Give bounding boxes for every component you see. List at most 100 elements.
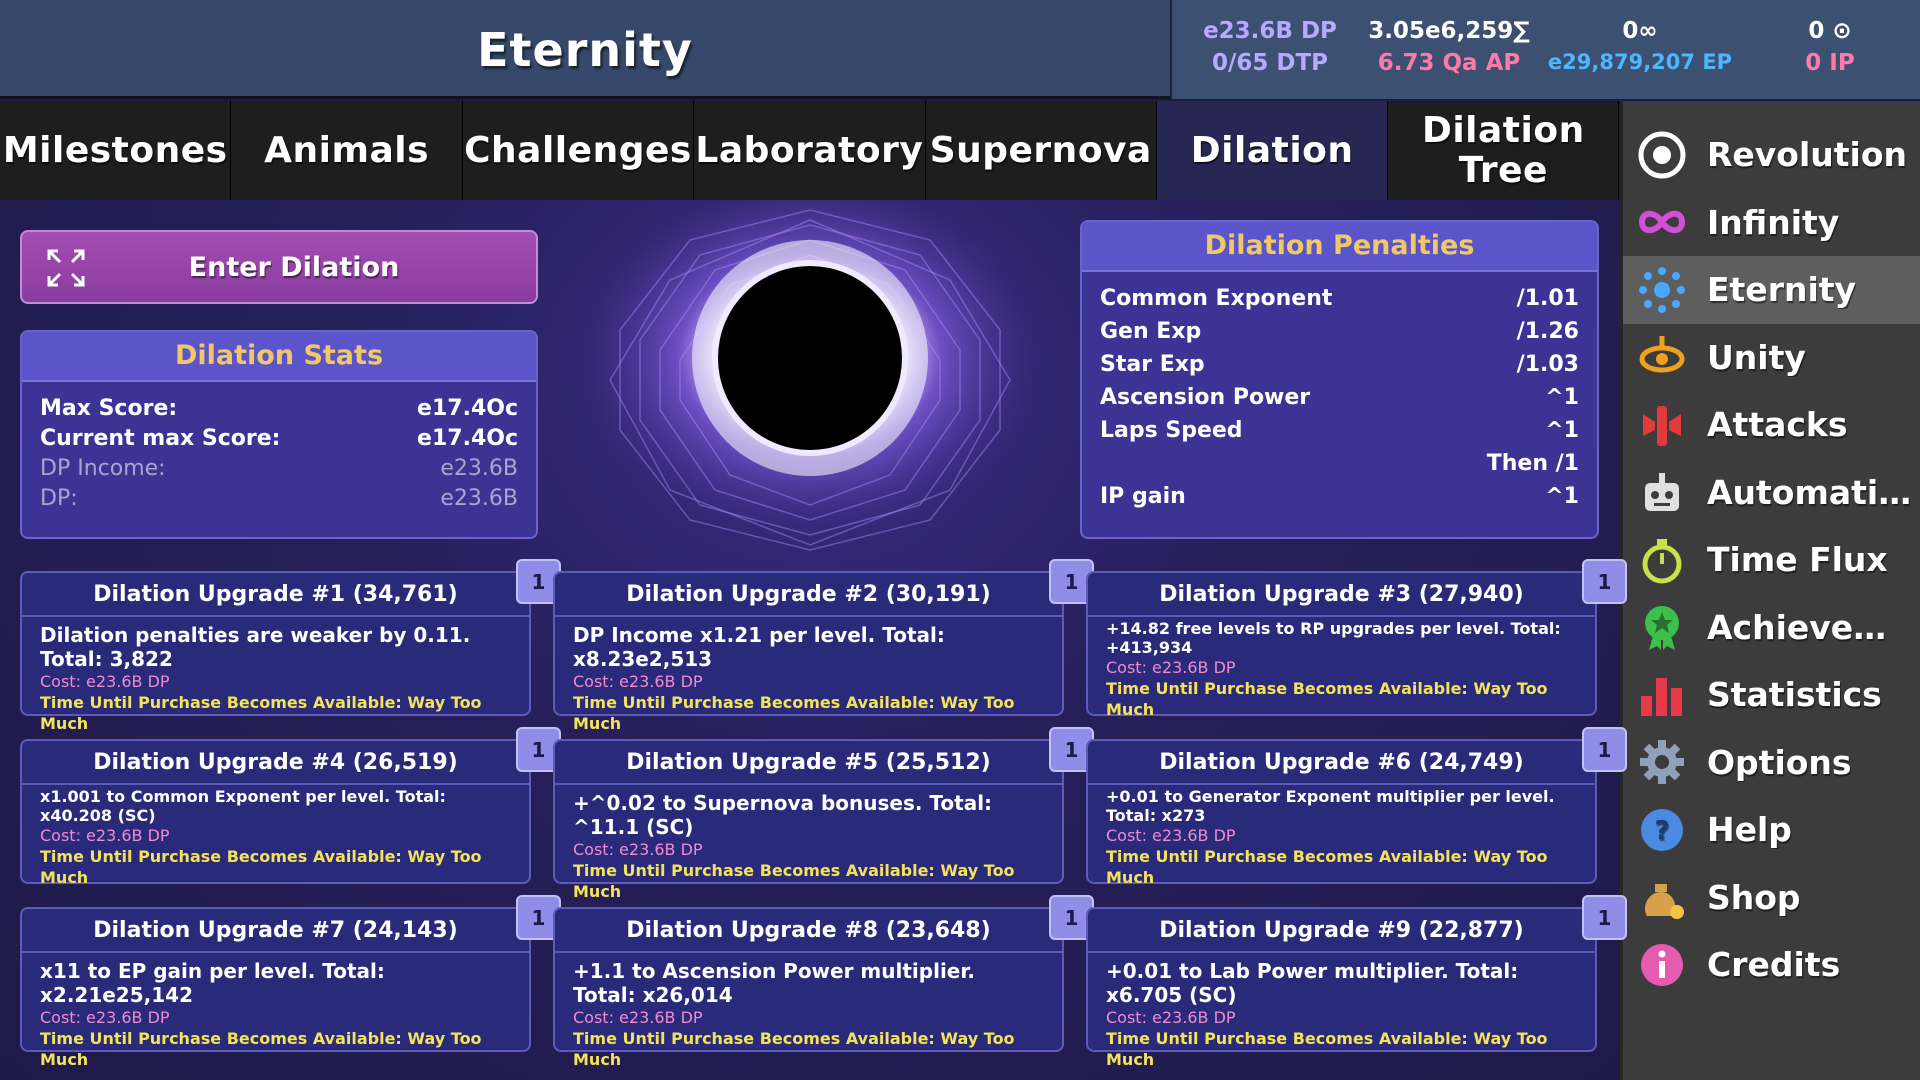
- revolution-amount: 0 ⊙: [1808, 18, 1852, 44]
- upgrade-cost: Cost: e23.6B DP: [573, 1008, 703, 1027]
- sidebar-item-options[interactable]: Options: [1623, 729, 1920, 797]
- tab-dilation-tree[interactable]: Dilation Tree: [1388, 101, 1620, 200]
- penalty-row: Ascension Power ^1: [1082, 381, 1597, 414]
- upgrade-cost: Cost: e23.6B DP: [1106, 826, 1236, 845]
- expand-icon: [47, 249, 85, 287]
- ep-amount: e29,879,207 EP: [1547, 50, 1733, 74]
- revolution-icon: [1638, 131, 1686, 179]
- upgrade-time: Time Until Purchase Becomes Available: W…: [573, 1029, 1015, 1069]
- bar-chart-icon: [1641, 677, 1682, 716]
- penalty-value: ^1: [1545, 484, 1579, 509]
- info-icon: [1641, 943, 1683, 986]
- upgrade-time: Time Until Purchase Becomes Available: W…: [1106, 1029, 1548, 1069]
- upgrade-description: +0.01 to Lab Power multiplier. Total: x6…: [1106, 959, 1519, 1007]
- stat-label: Current max Score:: [40, 426, 281, 451]
- upgrade-time: Time Until Purchase Becomes Available: W…: [1106, 847, 1548, 887]
- dp-amount: e23.6B DP: [1203, 18, 1337, 44]
- sidebar-item-label: Unity: [1707, 337, 1806, 377]
- upgrade-cost: Cost: e23.6B DP: [40, 672, 170, 691]
- sidebar-item-attacks[interactable]: Attacks: [1623, 391, 1920, 459]
- enter-dilation-button[interactable]: Enter Dilation: [20, 230, 538, 304]
- dilation-upgrade-card[interactable]: Dilation Upgrade #7 (24,143) x11 to EP g…: [20, 895, 561, 1069]
- sidebar-item-help[interactable]: ? Help: [1623, 796, 1920, 864]
- sidebar-item-time-flux[interactable]: Time Flux: [1623, 526, 1920, 594]
- ap-amount: 6.73 Qa AP: [1377, 50, 1521, 76]
- penalty-row: Laps Speed ^1: [1082, 414, 1597, 447]
- sigma-amount: 3.05e6,259∑: [1368, 18, 1530, 44]
- tab-animals[interactable]: Animals: [231, 101, 463, 200]
- dilation-upgrade-card[interactable]: Dilation Upgrade #2 (30,191) DP Income x…: [553, 559, 1094, 733]
- upgrade-description: Dilation penalties are weaker by 0.11. T…: [40, 623, 471, 671]
- upgrade-title: Dilation Upgrade #6 (24,749): [1088, 741, 1595, 785]
- stat-value: e23.6B: [440, 456, 518, 481]
- upgrade-cost: Cost: e23.6B DP: [1106, 658, 1236, 677]
- robot-icon: [1645, 473, 1679, 512]
- upgrade-time: Time Until Purchase Becomes Available: W…: [573, 693, 1015, 733]
- upgrade-description: x11 to EP gain per level. Total: x2.21e2…: [40, 959, 385, 1007]
- svg-text:?: ?: [1654, 816, 1669, 846]
- buy-amount-badge[interactable]: 1: [1582, 559, 1627, 604]
- tab-milestones[interactable]: Milestones: [0, 101, 232, 200]
- sidebar-item-unity[interactable]: Unity: [1623, 324, 1920, 392]
- penalty-row: Star Exp/1.03: [1082, 348, 1597, 381]
- tab-challenges[interactable]: Challenges: [462, 101, 695, 200]
- dilation-penalties-title: Dilation Penalties: [1082, 222, 1597, 272]
- upgrade-title: Dilation Upgrade #1 (34,761): [22, 573, 529, 617]
- dilation-upgrade-card[interactable]: Dilation Upgrade #9 (22,877) +0.01 to La…: [1086, 895, 1627, 1069]
- upgrade-cost: Cost: e23.6B DP: [573, 672, 703, 691]
- penalty-label: Ascension Power: [1100, 385, 1311, 410]
- upgrade-cost: Cost: e23.6B DP: [40, 1008, 170, 1027]
- buy-amount-badge[interactable]: 1: [1582, 727, 1627, 772]
- sidebar-item-credits[interactable]: Credits: [1623, 931, 1920, 999]
- dilation-stats-title: Dilation Stats: [22, 332, 536, 382]
- penalty-label: Star Exp: [1100, 352, 1205, 377]
- upgrade-description: x1.001 to Common Exponent per level. Tot…: [40, 787, 446, 825]
- sidebar-item-revolution[interactable]: Revolution: [1623, 121, 1920, 189]
- sidebar-item-infinity[interactable]: Infinity: [1623, 189, 1920, 257]
- penalty-value: /1.26: [1516, 319, 1579, 344]
- sidebar-item-label: Eternity: [1707, 270, 1857, 310]
- sidebar-item-statistics[interactable]: Statistics: [1623, 661, 1920, 729]
- buy-amount-badge[interactable]: 1: [1582, 895, 1627, 940]
- sidebar-item-automation[interactable]: Automation: [1623, 459, 1920, 527]
- dilation-upgrade-card[interactable]: Dilation Upgrade #3 (27,940) +14.82 free…: [1086, 559, 1627, 719]
- penalty-row: Gen Exp/1.26: [1082, 315, 1597, 348]
- dilation-stats-panel: Dilation Stats Max Score: e17.4Oc Curren…: [20, 330, 538, 539]
- sidebar: Revolution Infinity Eternity Unity Attac…: [1620, 101, 1920, 1080]
- dilation-penalties-panel: Dilation Penalties Common Exponent/1.01 …: [1080, 220, 1599, 539]
- upgrade-title: Dilation Upgrade #7 (24,143): [22, 909, 529, 953]
- stat-row-max-score: Max Score: e17.4Oc: [22, 394, 536, 424]
- dtp-amount: 0/65 DTP: [1211, 50, 1329, 76]
- dilation-upgrade-card[interactable]: Dilation Upgrade #4 (26,519) x1.001 to C…: [20, 727, 561, 887]
- tab-laboratory[interactable]: Laboratory: [694, 101, 926, 200]
- gear-icon: [1640, 740, 1684, 785]
- attacks-icon: [1643, 405, 1681, 446]
- tab-supernova[interactable]: Supernova: [925, 101, 1157, 200]
- dilation-upgrade-card[interactable]: Dilation Upgrade #5 (25,512) +^0.02 to S…: [553, 727, 1094, 901]
- sidebar-item-label: Achieveme...: [1707, 607, 1920, 647]
- penalty-label: Gen Exp: [1100, 319, 1202, 344]
- stat-row-dp-income: DP Income: e23.6B: [22, 454, 536, 484]
- help-icon: ?: [1641, 808, 1683, 851]
- tab-dilation[interactable]: Dilation: [1156, 101, 1389, 200]
- penalty-row: IP gain ^1: [1082, 480, 1597, 513]
- dilation-upgrade-card[interactable]: Dilation Upgrade #8 (23,648) +1.1 to Asc…: [553, 895, 1094, 1069]
- upgrade-cost: Cost: e23.6B DP: [573, 840, 703, 859]
- sidebar-item-shop[interactable]: Shop: [1623, 864, 1920, 932]
- sidebar-item-eternity[interactable]: Eternity: [1623, 256, 1920, 324]
- ip-amount: 0 IP: [1805, 50, 1855, 76]
- upgrade-description: +^0.02 to Supernova bonuses. Total: ^11.…: [573, 791, 993, 839]
- sidebar-item-achievements[interactable]: Achieveme...: [1623, 594, 1920, 662]
- upgrade-description: +1.1 to Ascension Power multiplier. Tota…: [573, 959, 975, 1007]
- stat-label: Max Score:: [40, 396, 178, 421]
- dilation-upgrade-card[interactable]: Dilation Upgrade #1 (34,761) Dilation pe…: [20, 559, 561, 733]
- unity-icon: [1639, 336, 1685, 373]
- page-title: Eternity: [477, 22, 693, 77]
- dilation-upgrade-card[interactable]: Dilation Upgrade #6 (24,749) +0.01 to Ge…: [1086, 727, 1627, 887]
- upgrade-time: Time Until Purchase Becomes Available: W…: [40, 847, 482, 887]
- penalty-row: Then /1: [1082, 447, 1597, 480]
- sidebar-item-label: Revolution: [1707, 135, 1908, 175]
- top-header: Eternity e23.6B DP 0/65 DTP 3.05e6,259∑ …: [0, 0, 1920, 99]
- upgrade-time: Time Until Purchase Becomes Available: W…: [1106, 679, 1548, 719]
- infinity-icon: [1638, 211, 1686, 234]
